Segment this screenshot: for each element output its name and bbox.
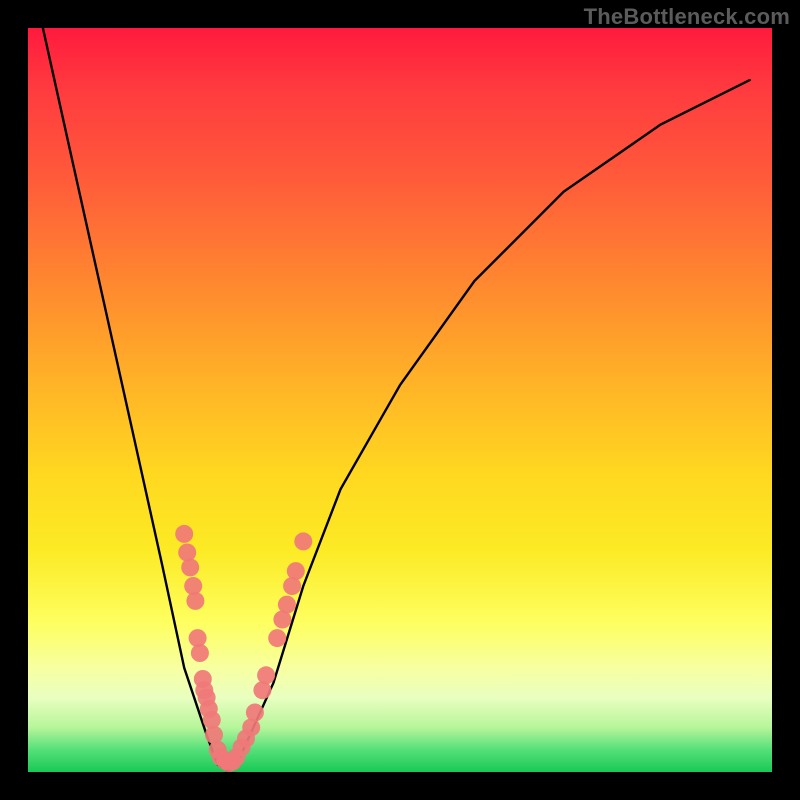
data-marker xyxy=(253,681,271,699)
data-marker xyxy=(198,689,216,707)
data-marker xyxy=(184,577,202,595)
data-marker xyxy=(224,753,242,771)
data-marker xyxy=(242,718,260,736)
data-marker xyxy=(220,754,238,772)
data-marker xyxy=(186,592,204,610)
curve-group xyxy=(43,28,750,772)
data-marker xyxy=(181,558,199,576)
bottleneck-curve xyxy=(43,28,750,772)
data-marker xyxy=(195,681,213,699)
chart-frame: TheBottleneck.com xyxy=(0,0,800,800)
data-marker xyxy=(227,748,245,766)
data-marker xyxy=(200,700,218,718)
data-marker xyxy=(233,738,251,756)
data-marker xyxy=(178,544,196,562)
data-marker xyxy=(283,577,301,595)
data-marker xyxy=(194,670,212,688)
data-marker xyxy=(268,629,286,647)
data-marker xyxy=(257,666,275,684)
markers-group xyxy=(175,525,312,772)
data-marker xyxy=(216,752,234,770)
data-marker xyxy=(189,629,207,647)
data-marker xyxy=(246,704,264,722)
watermark-text: TheBottleneck.com xyxy=(584,4,790,30)
data-marker xyxy=(212,748,230,766)
chart-svg xyxy=(28,28,772,772)
data-marker xyxy=(203,711,221,729)
data-marker xyxy=(237,730,255,748)
data-marker xyxy=(278,596,296,614)
data-marker xyxy=(191,644,209,662)
plot-area xyxy=(28,28,772,772)
data-marker xyxy=(287,562,305,580)
data-marker xyxy=(205,726,223,744)
data-marker xyxy=(273,611,291,629)
data-marker xyxy=(175,525,193,543)
data-marker xyxy=(294,532,312,550)
data-marker xyxy=(209,741,227,759)
